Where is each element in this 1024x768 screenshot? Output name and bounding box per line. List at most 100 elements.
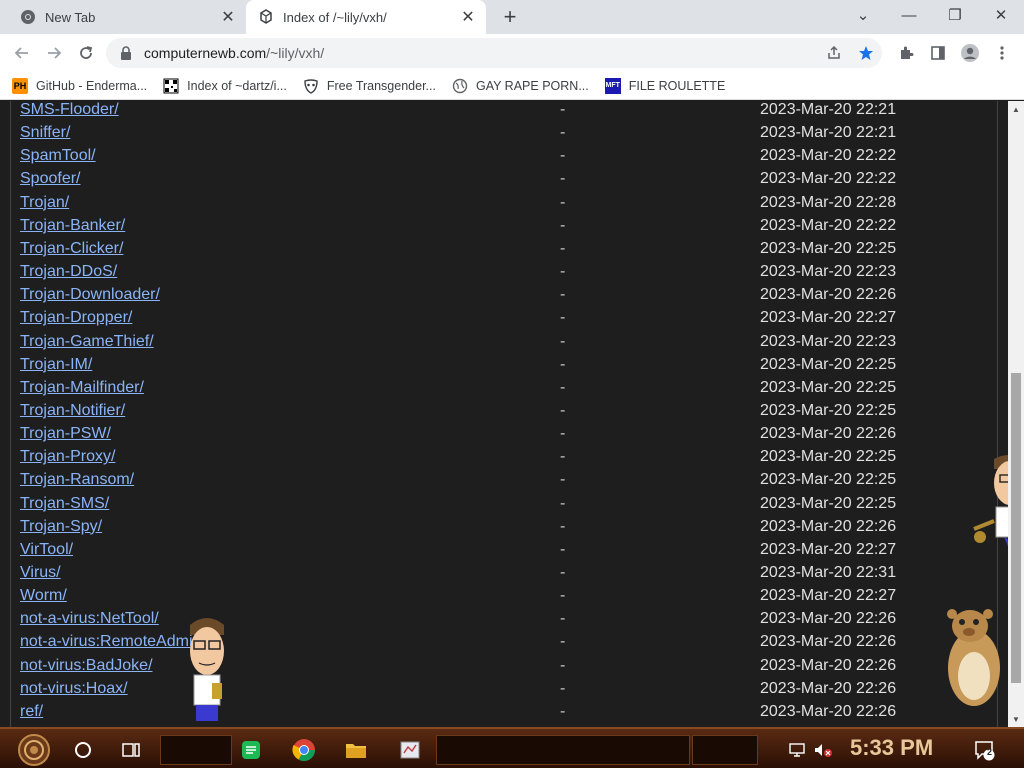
directory-link[interactable]: ref/ — [20, 703, 43, 721]
size-cell: - — [560, 309, 566, 327]
size-cell: - — [560, 355, 566, 373]
size-cell: - — [560, 332, 566, 350]
taskbar-slot — [436, 735, 690, 765]
size-cell: - — [560, 564, 566, 581]
directory-link[interactable]: Trojan-Mailfinder/ — [20, 379, 144, 397]
bookmark-item[interactable]: Free Transgender... — [303, 78, 436, 94]
directory-link[interactable]: not-a-virus:RemoteAdmin/ — [20, 633, 206, 651]
new-tab-button[interactable]: + — [498, 4, 522, 29]
date-cell: 2023-Mar-20 22:31 — [760, 564, 897, 581]
mft-icon: MFT — [604, 77, 621, 94]
directory-link[interactable]: VirTool/ — [20, 541, 73, 559]
tab-strip: New Tab ✕ Index of /~lily/vxh/ ✕ + ⌄ — ❐… — [0, 0, 1024, 34]
scroll-up-arrow-icon[interactable]: ▲ — [1008, 101, 1024, 117]
size-cell: - — [560, 401, 566, 419]
tab-search-icon[interactable]: ⌄ — [840, 0, 886, 30]
bookmark-star-icon[interactable] — [852, 39, 880, 67]
directory-link[interactable]: Trojan-IM/ — [20, 356, 92, 374]
more-menu-icon[interactable] — [988, 39, 1016, 67]
directory-link[interactable]: Trojan-Spy/ — [20, 518, 102, 536]
bookmark-item[interactable]: Index of ~dartz/i... — [163, 78, 287, 94]
ph-icon: PH — [12, 77, 28, 94]
extensions-icon[interactable] — [892, 39, 920, 67]
date-cell: 2023-Mar-20 22:27 — [760, 540, 897, 558]
directory-link[interactable]: Trojan-DDoS/ — [20, 263, 117, 281]
restore-button[interactable]: ❐ — [932, 0, 978, 30]
directory-link[interactable]: Trojan-Ransom/ — [20, 471, 134, 489]
vertical-scrollbar[interactable]: ▲ ▼ — [1008, 101, 1024, 727]
date-cell: 2023-Mar-20 22:26 — [760, 633, 897, 651]
directory-link[interactable]: not-virus:BadJoke/ — [20, 657, 153, 675]
size-cell: - — [560, 587, 566, 605]
start-orb-icon[interactable] — [10, 733, 58, 767]
close-tab-icon[interactable]: ✕ — [218, 7, 238, 27]
directory-link[interactable]: Trojan-Downloader/ — [20, 286, 160, 304]
share-icon[interactable] — [820, 39, 848, 67]
tab-index-lily[interactable]: Index of /~lily/vxh/ ✕ — [246, 0, 486, 34]
table-row: Trojan-GameThief/ - 2023-Mar-20 22:23 — [20, 333, 980, 356]
back-button[interactable] — [8, 39, 36, 67]
directory-link[interactable]: Spoofer/ — [20, 170, 80, 188]
date-cell: 2023-Mar-20 22:25 — [760, 401, 897, 419]
date-cell: 2023-Mar-20 22:26 — [760, 679, 897, 697]
directory-link[interactable]: Trojan-Banker/ — [20, 217, 125, 235]
qr-icon — [163, 78, 179, 94]
close-window-button[interactable]: ✕ — [978, 0, 1024, 30]
minimize-button[interactable]: — — [886, 0, 932, 30]
scroll-thumb[interactable] — [1011, 373, 1021, 683]
directory-link[interactable]: not-a-virus:NetTool/ — [20, 610, 159, 628]
forward-button[interactable] — [40, 39, 68, 67]
notification-count: 2 — [987, 747, 993, 757]
volume-muted-icon[interactable] — [810, 733, 836, 767]
profile-avatar-icon[interactable] — [956, 39, 984, 67]
directory-link[interactable]: SpamTool/ — [20, 147, 96, 165]
directory-link[interactable]: Trojan-SMS/ — [20, 495, 109, 513]
size-cell: - — [560, 425, 566, 443]
size-cell: - — [560, 286, 566, 304]
directory-link[interactable]: Trojan-Dropper/ — [20, 309, 132, 327]
date-cell: 2023-Mar-20 22:26 — [760, 425, 897, 443]
directory-link[interactable]: Trojan-PSW/ — [20, 425, 111, 443]
bookmark-item[interactable]: GAY RAPE PORN... — [452, 78, 589, 94]
table-row: Trojan-Notifier/ - 2023-Mar-20 22:25 — [20, 402, 980, 425]
directory-link[interactable]: Trojan-Proxy/ — [20, 448, 115, 466]
date-cell: 2023-Mar-20 22:22 — [760, 147, 897, 165]
tab-new-tab[interactable]: New Tab ✕ — [8, 0, 246, 34]
directory-link[interactable]: Trojan-GameThief/ — [20, 333, 154, 351]
address-bar[interactable]: computernewb.com/~lily/vxh/ — [106, 38, 882, 68]
directory-link[interactable]: Virus/ — [20, 564, 61, 582]
cartoon-man-sticker-right — [964, 451, 1008, 576]
network-icon[interactable] — [784, 733, 810, 767]
chrome-icon — [20, 9, 36, 25]
paint-icon[interactable] — [394, 733, 426, 767]
size-cell: - — [560, 633, 566, 651]
chrome-icon[interactable] — [288, 733, 320, 767]
table-row: VirTool/ - 2023-Mar-20 22:27 — [20, 541, 980, 564]
table-row: Trojan-Ransom/ - 2023-Mar-20 22:25 — [20, 471, 980, 494]
directory-link[interactable]: not-virus:Hoax/ — [20, 680, 128, 698]
directory-link[interactable]: SMS-Flooder/ — [20, 101, 119, 119]
bookmark-item[interactable]: MFT FILE ROULETTE — [604, 77, 725, 94]
directory-link[interactable]: Trojan-Clicker/ — [20, 240, 123, 258]
table-row: Trojan-Clicker/ - 2023-Mar-20 22:25 — [20, 240, 980, 263]
system-clock[interactable]: 5:33 PM — [850, 735, 933, 761]
task-view-icon[interactable] — [116, 733, 146, 767]
directory-link[interactable]: Trojan-Notifier/ — [20, 402, 125, 420]
file-explorer-icon[interactable] — [340, 733, 372, 767]
date-cell: 2023-Mar-20 22:26 — [760, 656, 897, 674]
side-panel-icon[interactable] — [924, 39, 952, 67]
cortana-icon[interactable] — [68, 733, 98, 767]
close-tab-icon[interactable]: ✕ — [458, 7, 478, 27]
directory-link[interactable]: Sniffer/ — [20, 124, 70, 142]
directory-link[interactable]: Worm/ — [20, 587, 67, 605]
date-cell: 2023-Mar-20 22:26 — [760, 517, 897, 535]
notes-icon[interactable] — [236, 733, 266, 767]
lock-icon[interactable] — [120, 46, 134, 60]
reload-button[interactable] — [72, 39, 100, 67]
date-cell: 2023-Mar-20 22:23 — [760, 263, 897, 281]
table-row: Trojan-PSW/ - 2023-Mar-20 22:26 — [20, 425, 980, 448]
scroll-down-arrow-icon[interactable]: ▼ — [1008, 711, 1024, 727]
bookmark-item[interactable]: PH GitHub - Enderma... — [12, 77, 147, 94]
directory-link[interactable]: Trojan/ — [20, 194, 69, 212]
notification-center-icon[interactable]: 2 — [970, 733, 998, 767]
